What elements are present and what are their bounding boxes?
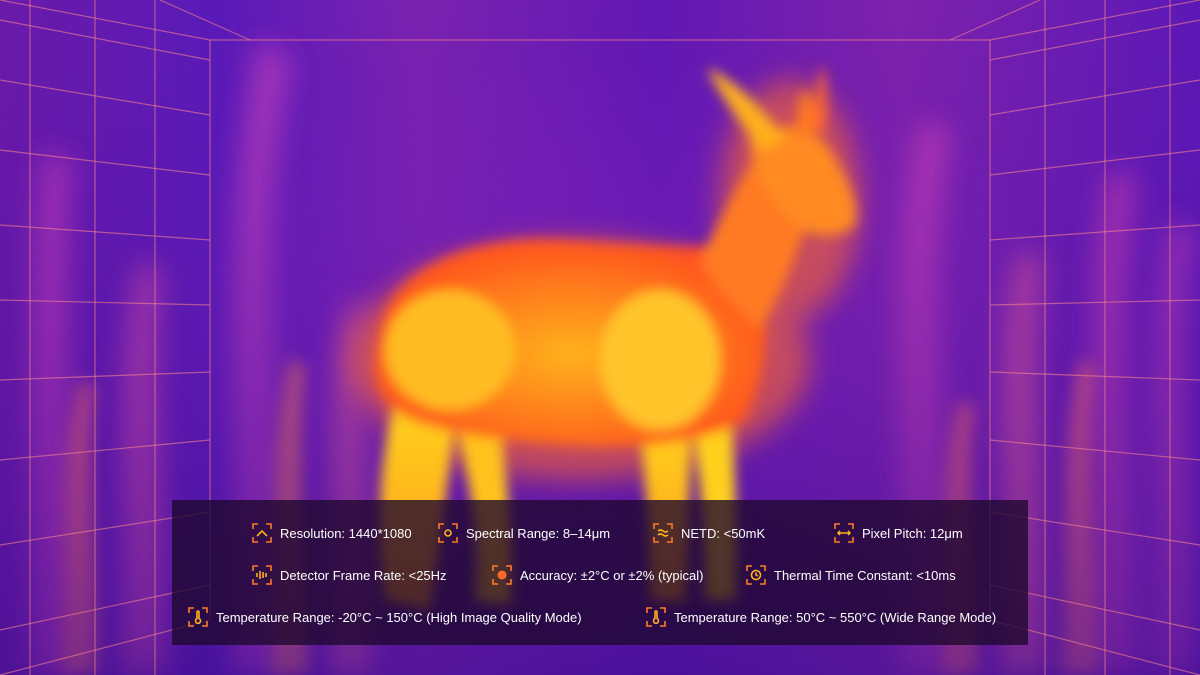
frame-rate-icon	[252, 565, 272, 585]
pixel-pitch-icon	[834, 523, 854, 543]
spec-time-constant: Thermal Time Constant: <10ms	[746, 564, 956, 586]
spec-resolution: Resolution: 1440*1080	[252, 522, 412, 544]
spec-text: Resolution: 1440*1080	[280, 525, 412, 541]
spec-text: Thermal Time Constant: <10ms	[774, 567, 956, 583]
thermal-image: Resolution: 1440*1080 Spectral Range: 8–…	[0, 0, 1200, 675]
spec-text: Pixel Pitch: 12μm	[862, 525, 963, 541]
specs-panel: Resolution: 1440*1080 Spectral Range: 8–…	[172, 500, 1028, 645]
spec-netd: NETD: <50mK	[653, 522, 765, 544]
spec-frame-rate: Detector Frame Rate: <25Hz	[252, 564, 447, 586]
spec-pixel-pitch: Pixel Pitch: 12μm	[834, 522, 963, 544]
spec-text: Temperature Range: -20°C ~ 150°C (High I…	[216, 609, 582, 625]
spec-spectral-range: Spectral Range: 8–14μm	[438, 522, 610, 544]
spec-text: Accuracy: ±2°C or ±2% (typical)	[520, 567, 704, 583]
time-constant-icon	[746, 565, 766, 585]
spec-text: Spectral Range: 8–14μm	[466, 525, 611, 541]
accuracy-icon	[492, 565, 512, 585]
spec-text: Temperature Range: 50°C ~ 550°C (Wide Ra…	[674, 609, 997, 625]
thermometer-icon	[188, 607, 208, 627]
spec-text: Detector Frame Rate: <25Hz	[280, 567, 447, 583]
spec-text: NETD: <50mK	[681, 525, 766, 541]
thermometer-icon	[646, 607, 666, 627]
spec-accuracy: Accuracy: ±2°C or ±2% (typical)	[492, 564, 703, 586]
spec-temperature-range-high-quality: Temperature Range: -20°C ~ 150°C (High I…	[188, 606, 582, 628]
netd-icon	[653, 523, 673, 543]
spectrum-icon	[438, 523, 458, 543]
resolution-icon	[252, 523, 272, 543]
spec-temperature-range-wide: Temperature Range: 50°C ~ 550°C (Wide Ra…	[646, 606, 996, 628]
